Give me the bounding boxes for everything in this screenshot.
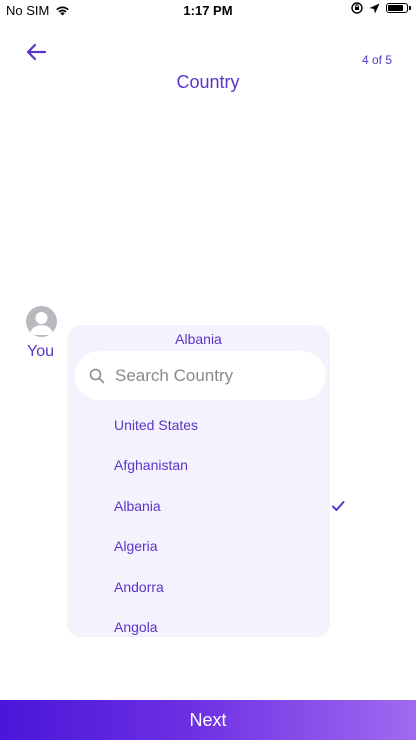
next-button[interactable]: Next — [0, 700, 416, 740]
user-icon — [30, 312, 53, 335]
country-list: United States Afghanistan Albania Algeri… — [67, 405, 330, 637]
avatar-label: You — [27, 343, 54, 360]
step-counter: 4 of 5 — [361, 53, 392, 67]
country-item-albania[interactable]: Albania — [67, 486, 330, 526]
back-button[interactable] — [24, 40, 48, 64]
location-icon — [369, 3, 380, 13]
selected-country[interactable]: Albania — [67, 331, 330, 347]
status-right — [351, 2, 411, 14]
country-item-angola[interactable]: Angola — [67, 607, 330, 637]
battery-icon — [386, 3, 411, 13]
status-bar: No SIM 1:17 PM — [0, 0, 416, 22]
search-icon — [89, 368, 105, 383]
country-dropdown: Albania United States Afghanistan Albani… — [67, 325, 330, 637]
search-box[interactable] — [75, 351, 326, 400]
avatar — [26, 306, 57, 337]
screen-lock-icon — [351, 2, 363, 14]
country-item-united-states[interactable]: United States — [67, 405, 330, 445]
back-arrow-icon — [26, 43, 47, 61]
country-item-algeria[interactable]: Algeria — [67, 526, 330, 566]
check-icon — [332, 501, 345, 511]
page-title: Country — [176, 72, 240, 92]
country-item-andorra[interactable]: Andorra — [67, 567, 330, 607]
search-input[interactable] — [113, 364, 307, 387]
country-item-afghanistan[interactable]: Afghanistan — [67, 445, 330, 485]
